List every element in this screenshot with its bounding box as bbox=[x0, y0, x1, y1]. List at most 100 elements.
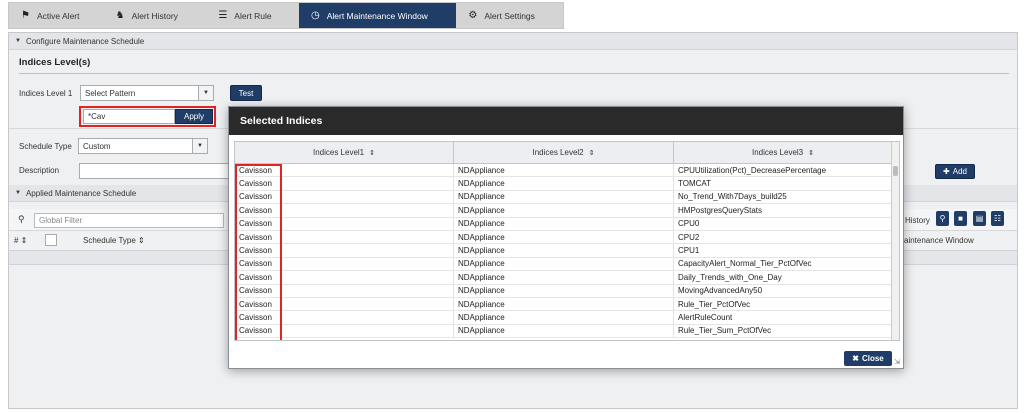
collapse-triangle-icon: ▼ bbox=[15, 38, 21, 44]
schedule-type-label: Schedule Type bbox=[19, 142, 72, 151]
table-cell: NDAppliance bbox=[454, 244, 674, 257]
table-cell: NDAppliance bbox=[454, 230, 674, 244]
table-row[interactable]: Cavisson NDAppliance CPU1 bbox=[235, 244, 893, 258]
close-button[interactable]: ✖ Close bbox=[844, 351, 892, 366]
global-filter-input[interactable]: Global Filter bbox=[34, 213, 224, 228]
sort-icon: ⇕ bbox=[369, 149, 376, 157]
scrollbar[interactable] bbox=[891, 142, 899, 340]
resize-handle-icon[interactable]: ⇲ bbox=[894, 358, 900, 366]
divider bbox=[19, 73, 1009, 74]
table-row[interactable]: Cavisson NDAppliance No_Trend_With7Days_bu… bbox=[235, 190, 893, 205]
indices-title: Indices Level(s) bbox=[19, 57, 91, 68]
table-row[interactable]: Cavisson NDAppliance CPU2 bbox=[235, 230, 893, 245]
col-indices-level3[interactable]: Indices Level3 ⇕ bbox=[674, 142, 893, 163]
history-label: History bbox=[905, 216, 930, 225]
search-history-icon[interactable]: ⚲ bbox=[936, 211, 949, 226]
pattern-select[interactable]: Select Pattern ▼ bbox=[80, 85, 214, 101]
description-input[interactable] bbox=[79, 163, 229, 179]
table-cell: Rule_Tier_PctOfVec bbox=[674, 297, 893, 311]
col-schedule-type[interactable]: Schedule Type ⇕ bbox=[83, 236, 145, 245]
col-label: Indices Level2 bbox=[532, 148, 584, 157]
tab-label: Alert History bbox=[131, 10, 178, 21]
table-cell: CPUUtilization(Pct)_DecreasePercentage bbox=[674, 164, 893, 177]
highlight-box bbox=[235, 164, 282, 340]
columns-icon[interactable]: ☷ bbox=[991, 211, 1004, 226]
table-row[interactable]: Cavisson NDAppliance CPU0 bbox=[235, 217, 893, 231]
col-num[interactable]: # ⇕ bbox=[14, 236, 27, 245]
table-row[interactable]: Cavisson NDAppliance TOMCAT bbox=[235, 177, 893, 191]
col-indices-level2[interactable]: Indices Level2 ⇕ bbox=[454, 142, 674, 163]
table-cell: Rule_Tier_Sum_PctOfVec bbox=[674, 324, 893, 338]
tab-label: Active Alert bbox=[36, 10, 80, 21]
indices-table-body: Cavisson NDAppliance CPUUtilization(Pct)_D… bbox=[235, 164, 893, 339]
tab-alert-rule[interactable]: ☰ Alert Rule bbox=[206, 3, 299, 28]
table-cell: NDAppliance bbox=[454, 271, 674, 284]
table-cell: NDAppliance bbox=[454, 324, 674, 338]
tab-active-alert[interactable]: ⚑ Active Alert bbox=[9, 3, 104, 28]
pattern-input[interactable]: *Cav bbox=[83, 109, 175, 124]
tab-alert-settings[interactable]: ⚙ Alert Settings bbox=[456, 3, 563, 28]
chevron-down-icon: ▼ bbox=[198, 86, 213, 100]
apply-button[interactable]: Apply bbox=[175, 109, 213, 124]
table-row[interactable]: Cavisson NDAppliance Rule_Tier_PctOfVec bbox=[235, 297, 893, 312]
table-cell: NDAppliance bbox=[454, 177, 674, 190]
description-label: Description bbox=[19, 166, 60, 175]
tab-label: Alert Settings bbox=[484, 10, 535, 21]
table-row[interactable]: Cavisson NDAppliance CPUUtilization(Pct)_D… bbox=[235, 164, 893, 178]
gear-icon: ⚙ bbox=[468, 10, 478, 21]
schedule-type-select[interactable]: Custom ▼ bbox=[78, 138, 208, 154]
search-icon: ⚲ bbox=[18, 214, 25, 224]
close-icon: ✖ bbox=[852, 354, 859, 363]
col-maintenance-window[interactable]: aintenance Window bbox=[904, 236, 974, 245]
indices-table-header: Indices Level1 ⇕ Indices Level2 ⇕ Indices … bbox=[235, 142, 893, 164]
table-row[interactable]: Cavisson NDAppliance MovingAdvancedAny50 bbox=[235, 284, 893, 298]
table-row[interactable]: Cavisson NDAppliance Daily_Trends_with_One… bbox=[235, 271, 893, 285]
col-num-label: # bbox=[14, 236, 19, 245]
tab-label: Alert Rule bbox=[234, 10, 272, 21]
tab-bar: ⚑ Active Alert ♞ Alert History ☰ Alert R… bbox=[0, 0, 1024, 30]
alarm-light-icon: ⚑ bbox=[21, 10, 30, 21]
table-cell: CPU1 bbox=[674, 244, 893, 257]
tab-alert-history[interactable]: ♞ Alert History bbox=[104, 3, 207, 28]
add-label: Add bbox=[952, 167, 967, 176]
table-cell: TOMCAT bbox=[674, 177, 893, 190]
rule-list-icon: ☰ bbox=[218, 10, 228, 21]
table-cell: HMPostgresQueryStats bbox=[674, 204, 893, 217]
schedule-type-value: Custom bbox=[83, 141, 111, 151]
pattern-select-value: Select Pattern bbox=[85, 88, 136, 98]
table-row[interactable]: Cavisson NDAppliance HMPostgresQueryStats bbox=[235, 204, 893, 218]
add-button[interactable]: ✚ Add bbox=[935, 164, 975, 179]
bell-icon: ♞ bbox=[115, 10, 125, 21]
section-title: Configure Maintenance Schedule bbox=[25, 36, 145, 46]
col-label: Indices Level1 bbox=[312, 148, 365, 157]
chevron-down-icon: ▼ bbox=[192, 139, 207, 153]
test-button[interactable]: Test bbox=[230, 85, 262, 101]
tab-alert-maintenance-window[interactable]: ◷ Alert Maintenance Window bbox=[298, 3, 457, 28]
col-schedule-type-label: Schedule Type bbox=[83, 236, 136, 245]
table-row[interactable]: Cavisson NDAppliance CapacityAlert_Normal_… bbox=[235, 257, 893, 272]
table-cell: NDAppliance bbox=[454, 257, 674, 271]
modal-title: Selected Indices bbox=[229, 107, 903, 135]
col-indices-level1[interactable]: Indices Level1 ⇕ bbox=[235, 142, 454, 163]
col-label: Indices Level3 bbox=[751, 148, 804, 157]
sort-icon: ⇕ bbox=[588, 149, 595, 157]
table-cell: NDAppliance bbox=[454, 311, 674, 324]
plus-icon: ✚ bbox=[943, 167, 950, 176]
table-cell: AlertRuleCount bbox=[674, 311, 893, 324]
table-row[interactable]: Cavisson NDAppliance AlertRuleCount bbox=[235, 311, 893, 325]
collapse-triangle-icon: ▼ bbox=[15, 190, 21, 196]
tab-label: Alert Maintenance Window bbox=[326, 10, 428, 21]
table-cell: CPU0 bbox=[674, 217, 893, 230]
section-title: Applied Maintenance Schedule bbox=[25, 188, 137, 198]
sort-icon: ⇕ bbox=[808, 149, 815, 157]
scroll-thumb[interactable] bbox=[893, 166, 898, 176]
select-all-checkbox[interactable] bbox=[45, 234, 57, 246]
table-cell: NDAppliance bbox=[454, 284, 674, 297]
export-icon[interactable]: ▤ bbox=[973, 211, 986, 226]
table-cell: NDAppliance bbox=[454, 190, 674, 204]
table-cell: Daily_Trends_with_One_Day bbox=[674, 271, 893, 284]
configure-section-header[interactable]: ▼ Configure Maintenance Schedule bbox=[9, 33, 1017, 50]
delete-icon[interactable]: ■ bbox=[954, 211, 967, 226]
table-row[interactable]: Cavisson NDAppliance Rule_Tier_Sum_PctOfVe… bbox=[235, 324, 893, 339]
table-cell: CPU2 bbox=[674, 230, 893, 244]
